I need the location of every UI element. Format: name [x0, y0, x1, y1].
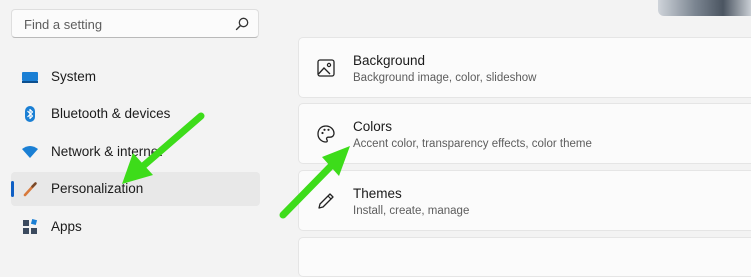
sidebar-item-network-internet[interactable]: Network & internet	[11, 135, 260, 169]
apps-icon	[23, 218, 38, 234]
card-background[interactable]: Background Background image, color, slid…	[298, 37, 751, 98]
card-title: Colors	[353, 119, 393, 134]
sidebar-item-apps[interactable]: Apps	[11, 210, 260, 244]
card-colors[interactable]: Colors Accent color, transparency effect…	[298, 103, 751, 164]
sidebar-item-label: Network & internet	[51, 144, 163, 159]
sidebar-item-label: Bluetooth & devices	[51, 106, 171, 121]
brush-icon	[23, 182, 37, 197]
system-icon	[22, 72, 38, 83]
selection-indicator	[11, 181, 14, 197]
image-icon	[317, 59, 335, 77]
pen-icon	[318, 193, 334, 209]
card-subtitle: Accent color, transparency effects, colo…	[353, 138, 592, 150]
card-title: Themes	[353, 186, 402, 201]
sidebar: System Bluetooth & devices Network & int…	[0, 0, 280, 268]
sidebar-item-system[interactable]: System	[11, 60, 260, 94]
card-subtitle: Background image, color, slideshow	[353, 72, 537, 84]
sidebar-item-bluetooth-devices[interactable]: Bluetooth & devices	[11, 97, 260, 131]
palette-icon	[317, 125, 335, 143]
card-themes[interactable]: Themes Install, create, manage	[298, 170, 751, 231]
bluetooth-icon	[25, 106, 35, 122]
card-subtitle: Install, create, manage	[353, 205, 470, 217]
sidebar-item-label: Personalization	[51, 181, 144, 196]
sidebar-item-label: Apps	[51, 219, 82, 234]
sidebar-item-label: System	[51, 69, 97, 84]
search-box[interactable]	[11, 9, 259, 39]
search-icon[interactable]	[234, 16, 250, 32]
search-input[interactable]	[22, 10, 236, 39]
sidebar-item-personalization[interactable]: Personalization	[11, 172, 260, 206]
card-next[interactable]	[298, 237, 751, 277]
header-wallpaper-thumbnail	[658, 0, 751, 16]
wifi-icon	[22, 146, 38, 158]
card-title: Background	[353, 53, 426, 68]
